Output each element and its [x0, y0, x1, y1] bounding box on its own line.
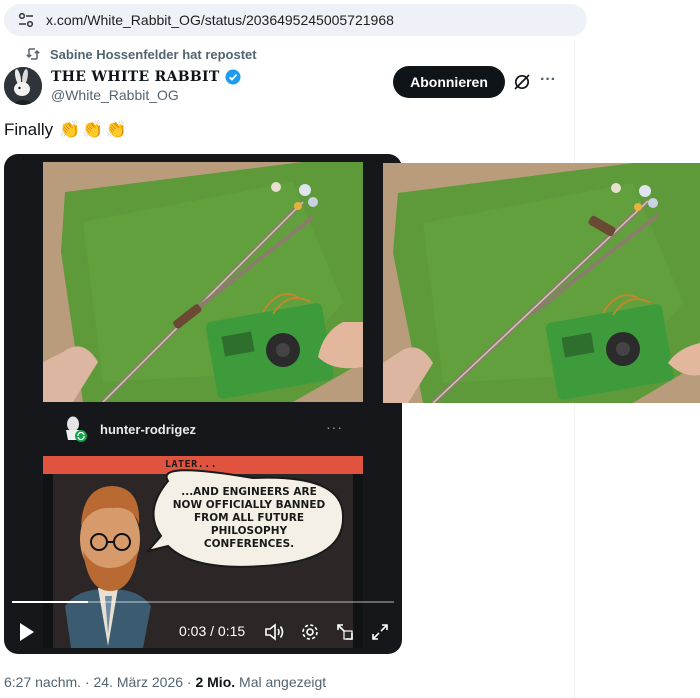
speech-line: PHILOSOPHY	[210, 525, 288, 537]
embedded-username: hunter-rodrigez	[100, 422, 197, 437]
verified-badge-icon[interactable]	[225, 69, 241, 85]
view-count-label: Mal angezeigt	[235, 674, 327, 690]
speech-line: ...AND ENGINEERS ARE	[181, 486, 317, 498]
clapping-hands-icon: 👏	[105, 120, 127, 139]
display-name[interactable]: THE WHITE RABBIT	[51, 69, 241, 85]
settings-icon[interactable]	[299, 621, 321, 643]
embedded-post-header: hunter-rodrigez ···	[4, 409, 402, 449]
meta-separator: ·	[81, 674, 94, 690]
clapping-hands-icon: 👏	[59, 120, 81, 139]
current-time: 0:03	[179, 623, 207, 639]
tweet-body: Finally	[4, 120, 54, 139]
avatar[interactable]	[4, 67, 42, 105]
video-frame-comic: LATER... ...AND ENGINEERS ARE NOW OFFICI…	[43, 456, 363, 648]
progress-bar[interactable]	[12, 601, 394, 603]
video-thumbnail-preview	[383, 163, 700, 403]
tune-icon[interactable]	[16, 10, 36, 30]
grok-icon[interactable]	[512, 72, 532, 92]
speech-line: FROM ALL FUTURE	[193, 512, 305, 524]
picture-in-picture-icon[interactable]	[334, 621, 356, 643]
user-handle[interactable]: @White_Rabbit_OG	[51, 87, 179, 103]
video-player[interactable]: hunter-rodrigez ··· LATER... ...AND ENGI…	[4, 154, 402, 654]
duration: 0:15	[217, 623, 246, 639]
speech-line: CONFERENCES.	[203, 538, 295, 550]
tweet-text: Finally 👏 👏 👏	[4, 120, 127, 140]
follow-button[interactable]: Abonnieren	[393, 66, 505, 98]
tweet-meta: 6:27 nachm. · 24. März 2026 · 2 Mio. Mal…	[4, 674, 326, 690]
post-time[interactable]: 6:27 nachm.	[4, 674, 81, 690]
post-date[interactable]: 24. März 2026	[94, 674, 184, 690]
address-bar[interactable]: x.com/White_Rabbit_OG/status/20364952450…	[4, 4, 587, 36]
view-count: 2 Mio.	[195, 674, 236, 690]
embedded-more-icon: ···	[326, 419, 343, 435]
volume-icon[interactable]	[264, 621, 286, 643]
comic-caption: LATER...	[165, 459, 218, 470]
more-options-icon[interactable]: ···	[538, 70, 558, 90]
video-frame-railway	[43, 162, 363, 402]
repost-icon	[25, 46, 41, 62]
embedded-avatar	[62, 414, 88, 444]
meta-separator: ·	[183, 674, 196, 690]
repost-line[interactable]: Sabine Hossenfelder hat repostet	[25, 46, 257, 62]
progress-fill	[12, 601, 89, 603]
fullscreen-icon[interactable]	[369, 621, 391, 643]
url-text[interactable]: x.com/White_Rabbit_OG/status/20364952450…	[46, 12, 394, 28]
clapping-hands-icon: 👏	[82, 120, 104, 139]
time-display: 0:03 / 0:15	[179, 623, 245, 639]
display-name-text[interactable]: THE WHITE RABBIT	[51, 69, 220, 85]
speech-line: NOW OFFICIALLY BANNED	[172, 499, 326, 511]
repost-label: Sabine Hossenfelder hat repostet	[50, 46, 257, 62]
time-separator: /	[206, 623, 218, 639]
play-icon[interactable]	[18, 622, 36, 642]
speech-bubble: ...AND ENGINEERS ARE NOW OFFICIALLY BANN…	[149, 486, 349, 551]
